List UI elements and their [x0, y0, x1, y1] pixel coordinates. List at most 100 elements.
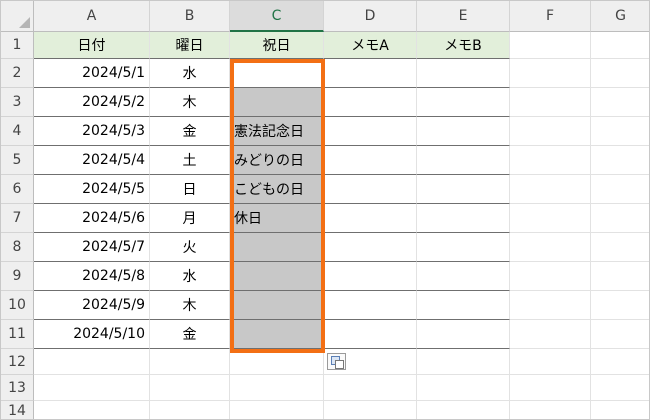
memo-b-cell[interactable]	[417, 59, 510, 88]
weekday-cell[interactable]: 金	[150, 320, 230, 349]
paste-options-icon[interactable]	[327, 353, 346, 370]
cell[interactable]	[591, 88, 649, 117]
table-header-cell[interactable]: 曜日	[150, 32, 230, 59]
date-cell[interactable]: 2024/5/7	[34, 233, 150, 262]
memo-a-cell[interactable]	[324, 291, 417, 320]
cell[interactable]	[591, 204, 649, 233]
row-header-12[interactable]: 12	[1, 349, 34, 375]
weekday-cell[interactable]: 金	[150, 117, 230, 146]
row-header-14[interactable]: 14	[1, 401, 34, 419]
memo-a-cell[interactable]	[324, 233, 417, 262]
holiday-cell[interactable]	[230, 291, 324, 320]
cell[interactable]	[230, 349, 324, 375]
cell[interactable]	[510, 117, 591, 146]
column-header-c[interactable]: C	[230, 1, 324, 32]
cell[interactable]	[34, 375, 150, 401]
cell[interactable]	[150, 401, 230, 419]
row-header-8[interactable]: 8	[1, 233, 34, 262]
memo-a-cell[interactable]	[324, 175, 417, 204]
row-header-1[interactable]: 1	[1, 32, 34, 59]
row-header-7[interactable]: 7	[1, 204, 34, 233]
holiday-cell[interactable]	[230, 320, 324, 349]
cell[interactable]	[591, 291, 649, 320]
date-cell[interactable]: 2024/5/5	[34, 175, 150, 204]
select-all-corner[interactable]	[1, 1, 34, 32]
cell[interactable]	[510, 401, 591, 419]
cell[interactable]	[591, 59, 649, 88]
cell[interactable]	[417, 401, 510, 419]
cell[interactable]	[510, 233, 591, 262]
holiday-cell[interactable]: 憲法記念日	[230, 117, 324, 146]
cell[interactable]	[591, 262, 649, 291]
row-header-11[interactable]: 11	[1, 320, 34, 349]
cell[interactable]	[591, 233, 649, 262]
row-header-3[interactable]: 3	[1, 88, 34, 117]
column-header-f[interactable]: F	[510, 1, 591, 32]
cell[interactable]	[324, 375, 417, 401]
memo-b-cell[interactable]	[417, 117, 510, 146]
row-header-9[interactable]: 9	[1, 262, 34, 291]
holiday-cell[interactable]	[230, 59, 324, 88]
cell[interactable]	[510, 59, 591, 88]
memo-b-cell[interactable]	[417, 204, 510, 233]
row-header-4[interactable]: 4	[1, 117, 34, 146]
memo-a-cell[interactable]	[324, 117, 417, 146]
date-cell[interactable]: 2024/5/3	[34, 117, 150, 146]
cell[interactable]	[510, 204, 591, 233]
cell[interactable]	[591, 175, 649, 204]
date-cell[interactable]: 2024/5/9	[34, 291, 150, 320]
memo-a-cell[interactable]	[324, 88, 417, 117]
cell[interactable]	[591, 401, 649, 419]
holiday-cell[interactable]: 休日	[230, 204, 324, 233]
cell[interactable]	[34, 401, 150, 419]
date-cell[interactable]: 2024/5/10	[34, 320, 150, 349]
row-header-10[interactable]: 10	[1, 291, 34, 320]
memo-b-cell[interactable]	[417, 233, 510, 262]
table-header-cell[interactable]: 日付	[34, 32, 150, 59]
cell[interactable]	[230, 401, 324, 419]
holiday-cell[interactable]	[230, 233, 324, 262]
cell[interactable]	[230, 375, 324, 401]
cell[interactable]	[417, 349, 510, 375]
date-cell[interactable]: 2024/5/6	[34, 204, 150, 233]
memo-b-cell[interactable]	[417, 320, 510, 349]
holiday-cell[interactable]	[230, 88, 324, 117]
cell[interactable]	[591, 32, 649, 59]
row-header-5[interactable]: 5	[1, 146, 34, 175]
date-cell[interactable]: 2024/5/1	[34, 59, 150, 88]
row-header-13[interactable]: 13	[1, 375, 34, 401]
table-header-cell[interactable]: メモB	[417, 32, 510, 59]
cell[interactable]	[510, 320, 591, 349]
cell[interactable]	[510, 146, 591, 175]
memo-b-cell[interactable]	[417, 262, 510, 291]
weekday-cell[interactable]: 木	[150, 88, 230, 117]
cell[interactable]	[591, 146, 649, 175]
weekday-cell[interactable]: 土	[150, 146, 230, 175]
memo-b-cell[interactable]	[417, 146, 510, 175]
cell[interactable]	[591, 117, 649, 146]
memo-a-cell[interactable]	[324, 59, 417, 88]
memo-a-cell[interactable]	[324, 262, 417, 291]
cell[interactable]	[591, 375, 649, 401]
row-header-6[interactable]: 6	[1, 175, 34, 204]
cell[interactable]	[510, 375, 591, 401]
cell[interactable]	[150, 375, 230, 401]
weekday-cell[interactable]: 日	[150, 175, 230, 204]
cell[interactable]	[34, 349, 150, 375]
cell[interactable]	[510, 175, 591, 204]
cell[interactable]	[510, 88, 591, 117]
weekday-cell[interactable]: 水	[150, 262, 230, 291]
cell[interactable]	[510, 349, 591, 375]
memo-b-cell[interactable]	[417, 175, 510, 204]
row-header-2[interactable]: 2	[1, 59, 34, 88]
memo-a-cell[interactable]	[324, 204, 417, 233]
cell[interactable]	[417, 375, 510, 401]
table-header-cell[interactable]: 祝日	[230, 32, 324, 59]
column-header-d[interactable]: D	[324, 1, 417, 32]
memo-b-cell[interactable]	[417, 291, 510, 320]
cell[interactable]	[510, 262, 591, 291]
cell[interactable]	[150, 349, 230, 375]
date-cell[interactable]: 2024/5/4	[34, 146, 150, 175]
cell[interactable]	[510, 32, 591, 59]
weekday-cell[interactable]: 水	[150, 59, 230, 88]
